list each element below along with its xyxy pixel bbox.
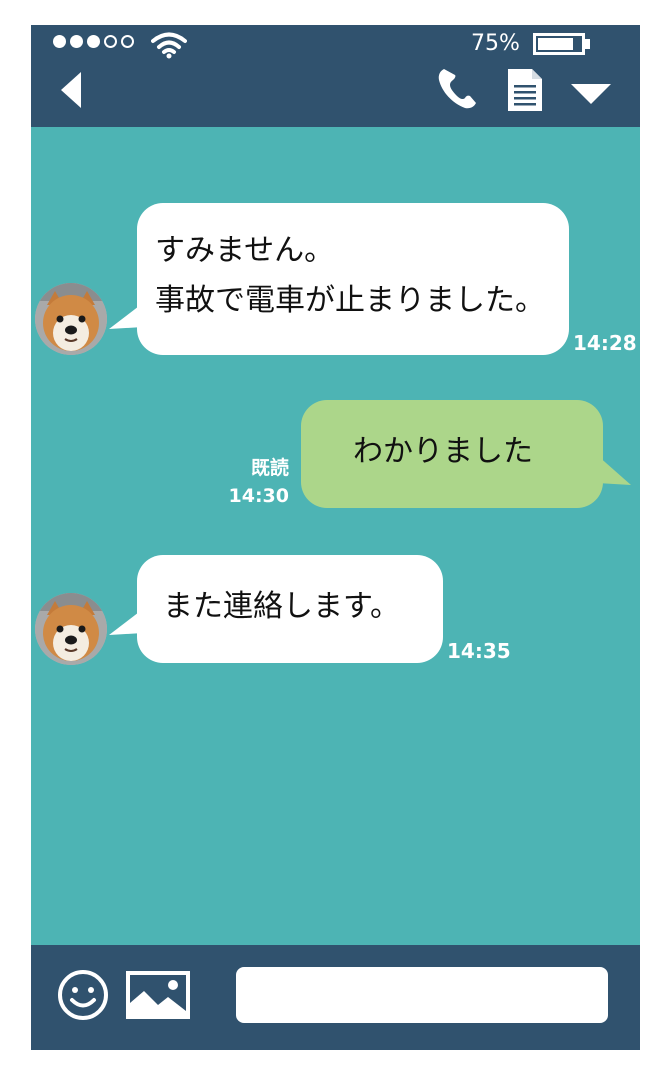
- smiley-icon[interactable]: [57, 969, 109, 1021]
- signal-dot-empty: [121, 35, 134, 48]
- bubble-tail: [597, 455, 631, 485]
- back-arrow-icon[interactable]: [57, 69, 87, 111]
- signal-dot-empty: [104, 35, 117, 48]
- message-time: 14:30: [228, 485, 289, 507]
- phone-screen: 75% すみません。 事故で電車が止まりました。 14:28 既読 14:30 …: [31, 25, 640, 1050]
- header-bar: 75%: [31, 25, 640, 127]
- shiba-dog-avatar: [35, 593, 107, 665]
- battery-level-fill: [538, 38, 573, 50]
- phone-icon[interactable]: [435, 67, 479, 111]
- image-icon[interactable]: [126, 971, 190, 1019]
- composer-bar: [31, 945, 640, 1050]
- message-text: また連絡します。: [163, 589, 400, 624]
- read-receipt: 既読: [250, 457, 289, 479]
- signal-dot-filled: [70, 35, 83, 48]
- message-time: 14:28: [573, 331, 637, 355]
- message-time: 14:35: [447, 639, 511, 663]
- document-icon[interactable]: [505, 67, 545, 113]
- dropdown-icon[interactable]: [569, 81, 613, 107]
- message-bubble-incoming[interactable]: また連絡します。: [137, 555, 443, 663]
- avatar[interactable]: [35, 593, 107, 665]
- wifi-icon: [151, 32, 187, 59]
- avatar[interactable]: [35, 283, 107, 355]
- signal-indicator: [53, 35, 134, 48]
- message-bubble-outgoing[interactable]: わかりました: [301, 400, 603, 508]
- battery-tip: [585, 39, 590, 49]
- battery-percentage: 75%: [471, 31, 520, 56]
- shiba-dog-avatar: [35, 283, 107, 355]
- signal-dot-filled: [53, 35, 66, 48]
- signal-dot-filled: [87, 35, 100, 48]
- battery-icon: [533, 33, 585, 55]
- message-text: わかりました: [353, 434, 533, 469]
- message-text: すみません。 事故で電車が止まりました。: [155, 233, 545, 318]
- message-input[interactable]: [236, 967, 608, 1023]
- message-bubble-incoming[interactable]: すみません。 事故で電車が止まりました。: [137, 203, 569, 355]
